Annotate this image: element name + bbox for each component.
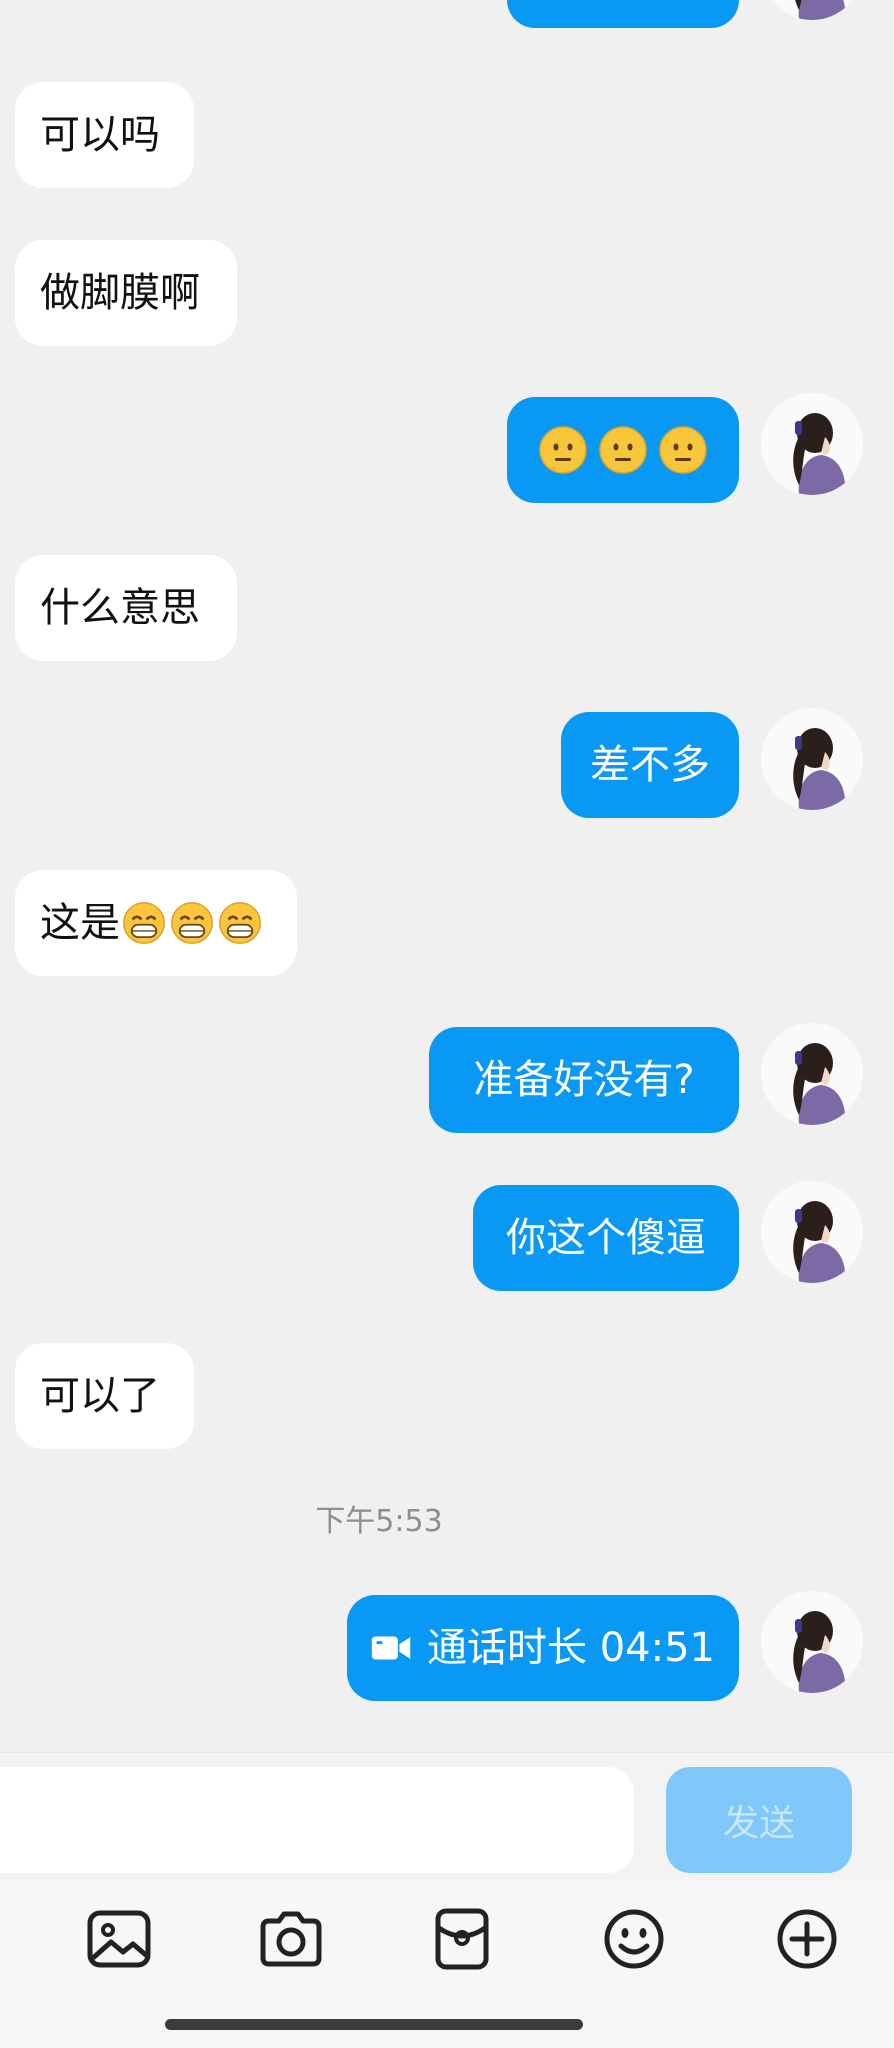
grinning-face-emoji: [123, 902, 165, 944]
avatar[interactable]: [761, 0, 863, 20]
message-bubble-outgoing[interactable]: 你这个傻逼: [473, 1185, 739, 1291]
avatar[interactable]: [761, 393, 863, 495]
message-bubble-outgoing[interactable]: 准备好没有?: [429, 1027, 739, 1133]
message-text: 差不多: [590, 742, 710, 788]
timestamp: 下午5:53: [315, 1504, 443, 1539]
message-bubble-incoming[interactable]: 什么意思: [15, 555, 237, 661]
red-packet-icon[interactable]: [429, 1906, 495, 1972]
message-bubble-outgoing[interactable]: 差不多: [561, 712, 739, 818]
message-text: 可以了: [40, 1373, 160, 1419]
message-text: 做脚膜啊: [40, 270, 200, 316]
message-text: 这是: [40, 900, 120, 946]
call-duration-label: 通话时长 04:51: [427, 1625, 715, 1671]
avatar[interactable]: [761, 708, 863, 810]
message-text: 准备好没有?: [473, 1057, 695, 1103]
message-bubble-outgoing[interactable]: [507, 397, 739, 503]
message-text: 什么意思: [40, 585, 200, 631]
home-indicator[interactable]: [165, 2019, 583, 2030]
chat-area: 可以吗 做脚膜啊 什么意思 差不多 这是 准备好没有? 你这个傻逼 可以了 下午…: [0, 0, 894, 1752]
avatar[interactable]: [761, 1181, 863, 1283]
message-text: 你这个傻逼: [506, 1215, 706, 1261]
message-bubble-incoming[interactable]: 可以了: [15, 1343, 194, 1449]
input-toolbar: [0, 1880, 894, 2048]
partial-message-bubble[interactable]: [507, 0, 739, 28]
emoji-icon[interactable]: [601, 1906, 667, 1972]
send-button[interactable]: 发送: [666, 1767, 852, 1873]
call-record-bubble[interactable]: 通话时长 04:51: [347, 1595, 739, 1701]
avatar[interactable]: [761, 1023, 863, 1125]
input-bar: 发送: [0, 1752, 894, 1880]
message-bubble-incoming[interactable]: 这是: [15, 870, 297, 976]
video-call-icon: [371, 1636, 411, 1660]
message-text: 可以吗: [40, 112, 160, 158]
neutral-face-emoji: [659, 426, 707, 474]
image-icon[interactable]: [86, 1906, 152, 1972]
message-bubble-incoming[interactable]: 做脚膜啊: [15, 240, 237, 346]
plus-icon[interactable]: [774, 1906, 840, 1972]
neutral-face-emoji: [539, 426, 587, 474]
camera-icon[interactable]: [258, 1906, 324, 1972]
neutral-face-emoji: [599, 426, 647, 474]
message-input[interactable]: [0, 1767, 634, 1873]
grinning-face-emoji: [219, 902, 261, 944]
grinning-face-emoji: [171, 902, 213, 944]
message-bubble-incoming[interactable]: 可以吗: [15, 82, 194, 188]
avatar[interactable]: [761, 1591, 863, 1693]
